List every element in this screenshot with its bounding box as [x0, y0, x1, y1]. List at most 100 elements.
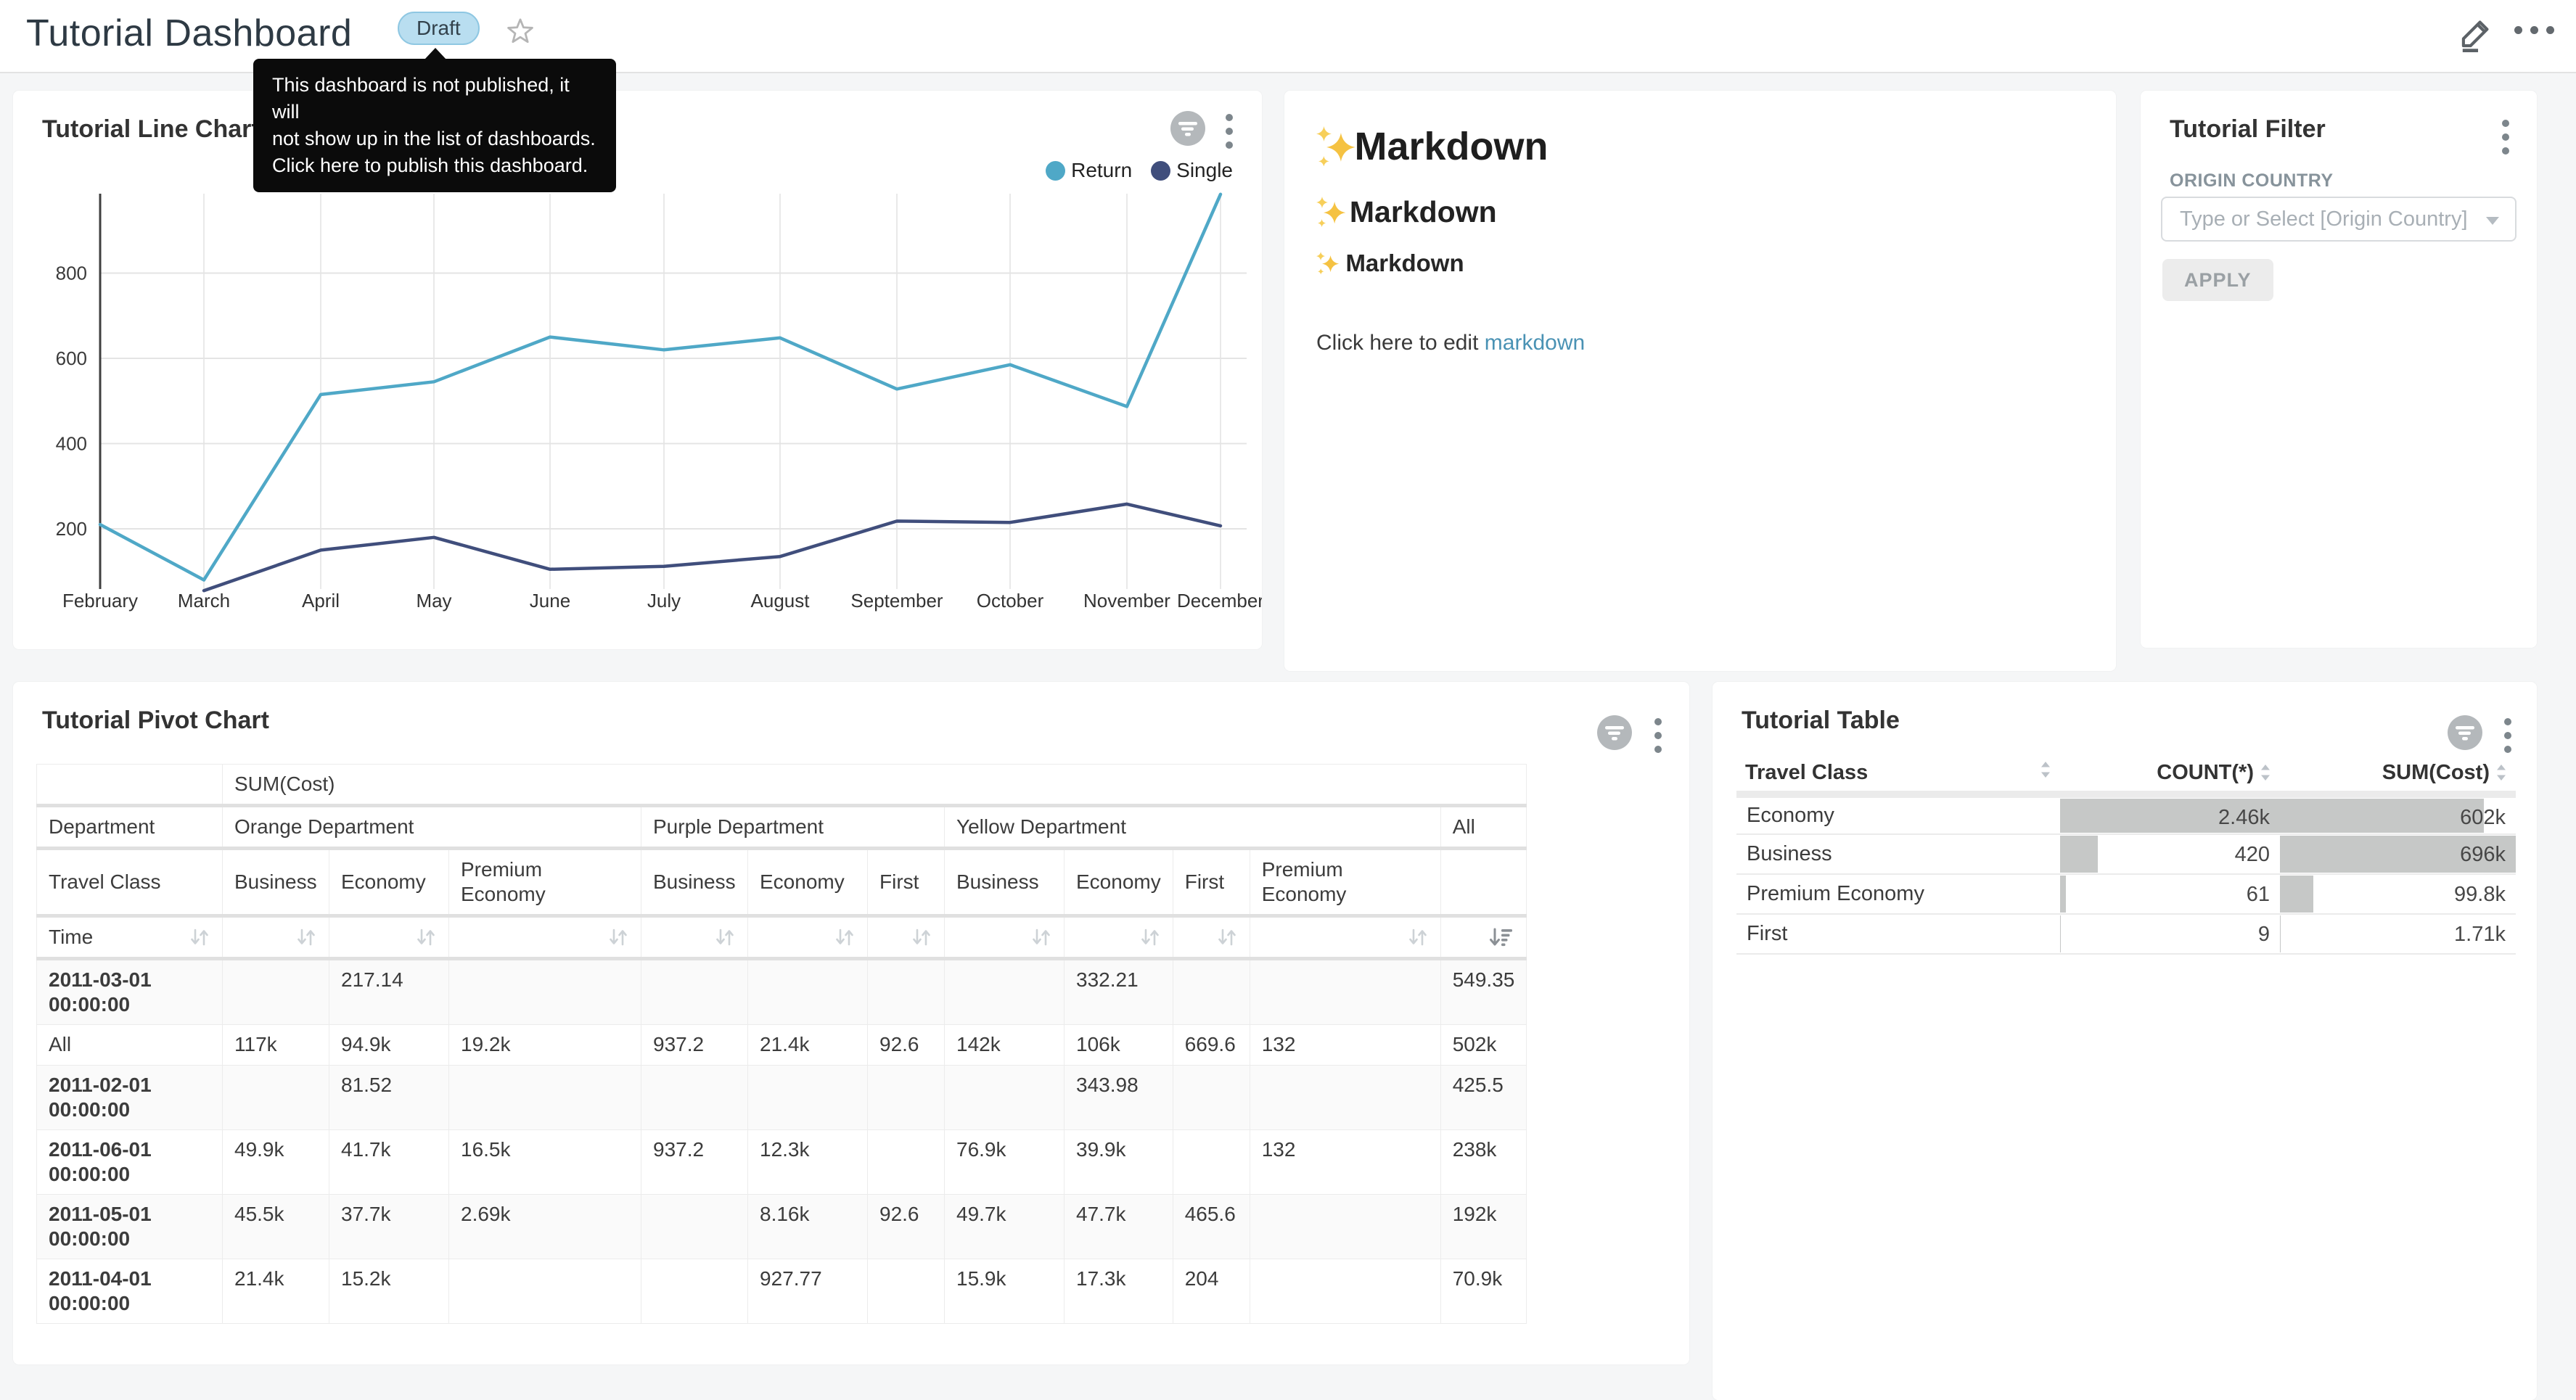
markdown-edit-link[interactable]: markdown — [1485, 331, 1585, 355]
pivot-sort-cell[interactable] — [223, 916, 329, 959]
sort-icon[interactable] — [1216, 927, 1238, 947]
pivot-chart-card: Tutorial Pivot Chart SUM(Cost) Departmen… — [13, 682, 1689, 1364]
origin-country-select[interactable]: Type or Select [Origin Country] — [2161, 197, 2516, 242]
y-tick-label: 800 — [56, 263, 87, 284]
pivot-sort-cell[interactable] — [1173, 916, 1250, 959]
count-cell: 61 — [2060, 874, 2280, 914]
pivot-sort-cell[interactable] — [868, 916, 945, 959]
pivot-sort-cell-active[interactable] — [1440, 916, 1527, 959]
pivot-cell: 217.14 — [329, 959, 449, 1025]
col-header-travel-class[interactable]: Travel Class — [1736, 754, 2060, 794]
pivot-cell: 92.6 — [868, 1195, 945, 1259]
sort-icon[interactable] — [834, 927, 856, 947]
legend-item-return[interactable]: Return — [1046, 159, 1132, 182]
kebab-menu-icon[interactable] — [2499, 117, 2512, 157]
x-axis-label: November — [1083, 590, 1170, 612]
pivot-cell — [868, 959, 945, 1025]
pivot-sort-cell[interactable] — [748, 916, 868, 959]
col-header-sum-cost[interactable]: SUM(Cost) — [2280, 754, 2516, 794]
pivot-sort-cell[interactable] — [945, 916, 1065, 959]
col-header-count[interactable]: COUNT(*) — [2060, 754, 2280, 794]
pivot-cell: 927.77 — [748, 1259, 868, 1324]
x-axis-label: August — [751, 590, 811, 612]
pivot-cell: 106k — [1065, 1025, 1173, 1066]
filter-circle-icon[interactable] — [1597, 715, 1632, 750]
pivot-cell — [1173, 1130, 1250, 1195]
pivot-row: 2011-02-01 00:00:0081.52343.98425.5 — [37, 1066, 1527, 1130]
pivot-cell: 192k — [1440, 1195, 1527, 1259]
sum-cell: 602k — [2280, 794, 2516, 834]
pivot-cell — [945, 1066, 1065, 1130]
pivot-sort-cell[interactable] — [449, 916, 641, 959]
x-axis-label: October — [977, 590, 1044, 612]
pivot-cell — [641, 1259, 748, 1324]
x-axis-label: April — [302, 590, 340, 612]
pivot-class-header: First — [868, 849, 945, 916]
pivot-cell: 94.9k — [329, 1025, 449, 1066]
pivot-sort-cell[interactable] — [1065, 916, 1173, 959]
favorite-star-icon[interactable] — [505, 16, 536, 46]
table-row: Economy 2.46k 602k — [1736, 794, 2516, 834]
series-line-return[interactable] — [100, 194, 1221, 580]
pivot-cell: 21.4k — [748, 1025, 868, 1066]
pivot-sort-cell[interactable] — [1250, 916, 1440, 959]
sort-desc-active-icon[interactable] — [1488, 927, 1514, 947]
pivot-cell — [641, 959, 748, 1025]
filter-circle-icon[interactable] — [2448, 715, 2482, 750]
pivot-cell: 17.3k — [1065, 1259, 1173, 1324]
pivot-cell: 343.98 — [1065, 1066, 1173, 1130]
travel-class-cell: Business — [1736, 834, 2060, 874]
sum-cell: 1.71k — [2280, 914, 2516, 954]
pivot-cell: 81.52 — [329, 1066, 449, 1130]
apply-button[interactable]: APPLY — [2162, 259, 2273, 301]
pivot-cell: 49.9k — [223, 1130, 329, 1195]
line-chart-card: Tutorial Line Chart Return Single 200400… — [13, 91, 1262, 649]
ellipsis-menu-icon[interactable] — [2514, 26, 2554, 34]
pivot-cell: 76.9k — [945, 1130, 1065, 1195]
sort-icon[interactable] — [295, 927, 317, 947]
count-bar — [2060, 836, 2098, 873]
sort-icon[interactable] — [607, 927, 629, 947]
y-tick-label: 600 — [56, 347, 87, 369]
pivot-cell — [449, 959, 641, 1025]
travel-class-cell: First — [1736, 914, 2060, 954]
pivot-row-label: 2011-02-01 00:00:00 — [37, 1066, 223, 1130]
x-axis-label: July — [647, 590, 681, 612]
sort-icon[interactable] — [1407, 927, 1429, 947]
pivot-cell — [868, 1066, 945, 1130]
kebab-menu-icon[interactable] — [1652, 715, 1665, 756]
pivot-cell: 549.35 — [1440, 959, 1527, 1025]
pivot-all-header: All — [1440, 806, 1527, 849]
col-label: Travel Class — [1745, 761, 1868, 785]
sort-icon[interactable] — [189, 927, 210, 947]
travel-class-cell: Economy — [1736, 794, 2060, 834]
pivot-cell: 49.7k — [945, 1195, 1065, 1259]
pivot-cell: 16.5k — [449, 1130, 641, 1195]
pivot-cell: 132 — [1250, 1130, 1440, 1195]
sort-caret-icon — [2040, 759, 2051, 780]
legend-dot — [1046, 161, 1065, 181]
sort-icon[interactable] — [1030, 927, 1052, 947]
pivot-cell: 12.3k — [748, 1130, 868, 1195]
sort-icon[interactable] — [415, 927, 437, 947]
sum-bar — [2280, 799, 2484, 833]
pivot-sort-cell[interactable] — [329, 916, 449, 959]
draft-status-badge[interactable]: Draft — [398, 12, 480, 45]
travel-class-table: Travel Class COUNT(*) SUM(Cost) Economy … — [1736, 754, 2516, 955]
pivot-row: 2011-05-01 00:00:0045.5k37.7k2.69k8.16k9… — [37, 1195, 1527, 1259]
sort-icon[interactable] — [714, 927, 736, 947]
series-line-single[interactable] — [204, 504, 1221, 590]
pivot-cell — [1173, 1066, 1250, 1130]
pivot-class-header: Business — [223, 849, 329, 916]
edit-pencil-icon[interactable] — [2457, 15, 2495, 52]
legend-item-single[interactable]: Single — [1151, 159, 1233, 182]
pivot-sort-cell[interactable] — [641, 916, 748, 959]
sort-icon[interactable] — [1139, 927, 1161, 947]
sort-icon[interactable] — [911, 927, 932, 947]
pivot-cell: 117k — [223, 1025, 329, 1066]
pivot-cell: 502k — [1440, 1025, 1527, 1066]
data-table-card: Tutorial Table Travel Class COUNT(*) SUM… — [1712, 682, 2537, 1400]
pivot-cell: 142k — [945, 1025, 1065, 1066]
kebab-menu-icon[interactable] — [2501, 715, 2514, 756]
sum-bar — [2280, 876, 2313, 913]
